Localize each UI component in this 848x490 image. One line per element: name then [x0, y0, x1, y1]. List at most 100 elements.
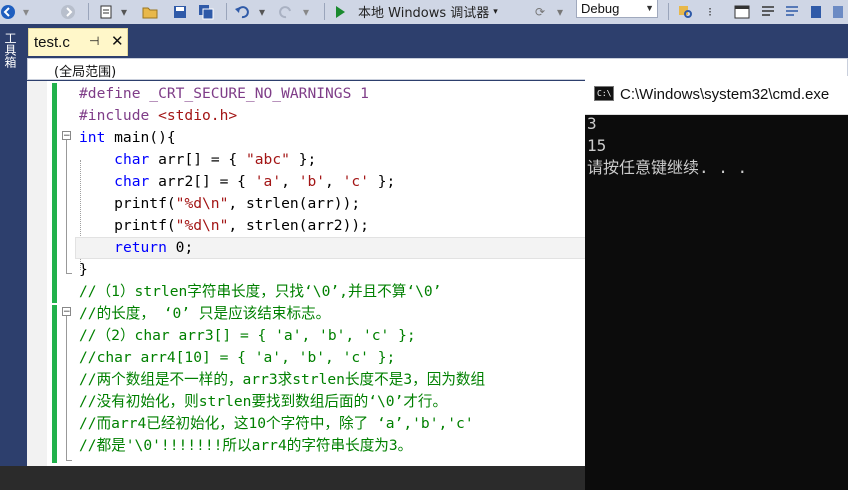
code-token: #include [79, 107, 159, 124]
save-icon[interactable] [170, 2, 190, 21]
console-title: C:\Windows\system32\cmd.exe [620, 86, 830, 103]
play-icon [336, 5, 345, 18]
code-token: 'c' [342, 173, 369, 190]
dropdown-arrow-icon[interactable]: ▾ [16, 2, 36, 21]
code-line: //的长度， ‘0’ 只是应该结束标志。 [79, 303, 330, 325]
fold-collapse-icon[interactable]: − [62, 307, 71, 317]
code-line: //（2）char arr3[] = { 'a', 'b', 'c' }; [79, 325, 416, 347]
code-token: , [325, 173, 343, 190]
code-token: //（1）strlen字符串长度，只找‘\0’,并且不算‘\0’ [79, 283, 442, 300]
code-token: "abc" [245, 151, 290, 168]
console-titlebar[interactable]: C:\ C:\Windows\system32\cmd.exe [585, 76, 848, 115]
code-token: //的长度， ‘0’ 只是应该结束标志。 [79, 305, 331, 322]
save-all-icon[interactable] [196, 2, 216, 21]
code-token: char [114, 151, 150, 168]
code-token: <stdio.h> [158, 107, 238, 124]
code-line: printf("%d\n", strlen(arr2)); [79, 215, 369, 237]
code-line: char arr2[] = { 'a', 'b', 'c' }; [79, 171, 395, 193]
refresh-icon[interactable]: ⟳ [530, 2, 550, 21]
code-token: arr2[] = { [149, 173, 255, 190]
bookmark-icon[interactable] [806, 2, 826, 21]
code-line: //没有初始化，则strlen要找到数组后面的‘\0’才行。 [79, 391, 447, 413]
code-token: //char arr4[10] = { 'a', 'b', 'c' }; [79, 349, 396, 366]
tab-test-c[interactable]: test.c ⊣ ✕ [28, 28, 128, 56]
chevron-down-icon: ▾ [493, 6, 498, 17]
code-token: printf( [79, 195, 176, 212]
close-icon[interactable]: ✕ [111, 32, 124, 50]
code-line: return 0; [79, 237, 193, 259]
code-token: #define _CRT_SECURE_NO_WARNINGS 1 [79, 85, 369, 102]
pin-icon[interactable]: ⊣ [89, 34, 99, 48]
open-folder-icon[interactable] [140, 2, 160, 21]
code-token: //两个数组是不一样的，arr3求strlen长度不是3，因为数组 [79, 371, 486, 388]
code-token: int [79, 129, 106, 146]
start-debugging-button[interactable]: 本地 Windows 调试器 ▾ [334, 2, 498, 21]
new-project-icon[interactable] [96, 2, 116, 21]
console-line: 3 [587, 114, 597, 133]
code-line: int main(){ [79, 127, 176, 149]
code-token: //（2）char arr3[] = { 'a', 'b', 'c' }; [79, 327, 416, 344]
code-line: //而arr4已经初始化，这10个字符中，除了 ‘a’,'b','c' [79, 413, 474, 435]
code-line: } [79, 259, 88, 281]
toolbox-tab[interactable]: 工具箱 [3, 32, 17, 68]
code-line: //char arr4[10] = { 'a', 'b', 'c' }; [79, 347, 395, 369]
code-token: }; [289, 151, 317, 168]
tab-label: test.c [34, 34, 70, 51]
fold-collapse-icon[interactable]: − [62, 131, 71, 141]
comment-out-icon[interactable] [758, 2, 778, 21]
editor-area: test.c ⊣ ✕ (全局范围) − − #define _CRT_SECUR… [22, 24, 848, 490]
list-options-icon[interactable]: ⁝ [700, 2, 720, 21]
uncomment-icon[interactable] [782, 2, 802, 21]
code-token: printf( [79, 217, 176, 234]
code-line: #include <stdio.h> [79, 105, 237, 127]
refresh-dropdown-icon[interactable]: ▾ [550, 2, 570, 21]
code-token: , strlen(arr)); [228, 195, 361, 212]
code-token: return [114, 239, 167, 256]
find-icon[interactable] [676, 2, 696, 21]
console-line: 15 [587, 136, 607, 155]
code-line: char arr[] = { "abc" }; [79, 149, 316, 171]
code-token: //都是'\0'!!!!!!!所以arr4的字符串长度为3。 [79, 437, 413, 454]
code-token: } [79, 261, 88, 278]
code-token: "%d\n" [175, 195, 229, 212]
code-token: //没有初始化，则strlen要找到数组后面的‘\0’才行。 [79, 393, 448, 410]
code-line: //两个数组是不一样的，arr3求strlen长度不是3，因为数组 [79, 369, 485, 391]
code-line: #define _CRT_SECURE_NO_WARNINGS 1 [79, 83, 369, 105]
code-token: 'b' [298, 173, 326, 190]
debugger-label: 本地 Windows 调试器 [358, 6, 490, 21]
solution-config-value: Debug [581, 1, 620, 16]
code-token: 'a' [254, 173, 282, 190]
new-project-dropdown-icon[interactable]: ▾ [114, 2, 134, 21]
chevron-down-icon: ▼ [645, 3, 654, 13]
code-line: //（1）strlen字符串长度，只找‘\0’,并且不算‘\0’ [79, 281, 441, 303]
redo-icon[interactable] [276, 2, 296, 21]
indicator-margin [27, 81, 47, 466]
code-token: //而arr4已经初始化，这10个字符中，除了 ‘a’,'b','c' [79, 415, 474, 432]
code-token: , strlen(arr2)); [228, 217, 369, 234]
code-token: 0; [166, 239, 194, 256]
cmd-icon: C:\ [594, 86, 614, 101]
bookmark-next-icon[interactable] [828, 2, 848, 21]
change-bar [52, 305, 57, 463]
navigate-forward-icon[interactable] [58, 2, 78, 21]
solution-config-dropdown[interactable]: Debug ▼ [576, 0, 658, 18]
console-line: 请按任意键继续. . . [587, 158, 748, 177]
change-bar [52, 83, 57, 303]
code-token: }; [368, 173, 396, 190]
code-token: "%d\n" [175, 217, 229, 234]
window-layout-icon[interactable] [732, 2, 752, 21]
undo-icon[interactable] [232, 2, 252, 21]
undo-dropdown-icon[interactable]: ▾ [252, 2, 272, 21]
redo-dropdown-icon[interactable]: ▾ [296, 2, 316, 21]
scope-label: (全局范围) [54, 65, 117, 80]
code-token: arr[] = { [149, 151, 246, 168]
left-tool-strip [0, 24, 22, 466]
code-line: printf("%d\n", strlen(arr)); [79, 193, 360, 215]
main-toolbar: ▾ ▾ ▾ ▾ 本地 Windows 调试器 ▾ ⟳ ▾ Debug ▼ ⁝ [0, 0, 848, 25]
console-window[interactable]: C:\ C:\Windows\system32\cmd.exe 3 15 请按任意键… [585, 76, 848, 490]
code-line: //都是'\0'!!!!!!!所以arr4的字符串长度为3。 [79, 435, 412, 457]
code-token: , [281, 173, 299, 190]
code-token: main(){ [105, 129, 176, 146]
